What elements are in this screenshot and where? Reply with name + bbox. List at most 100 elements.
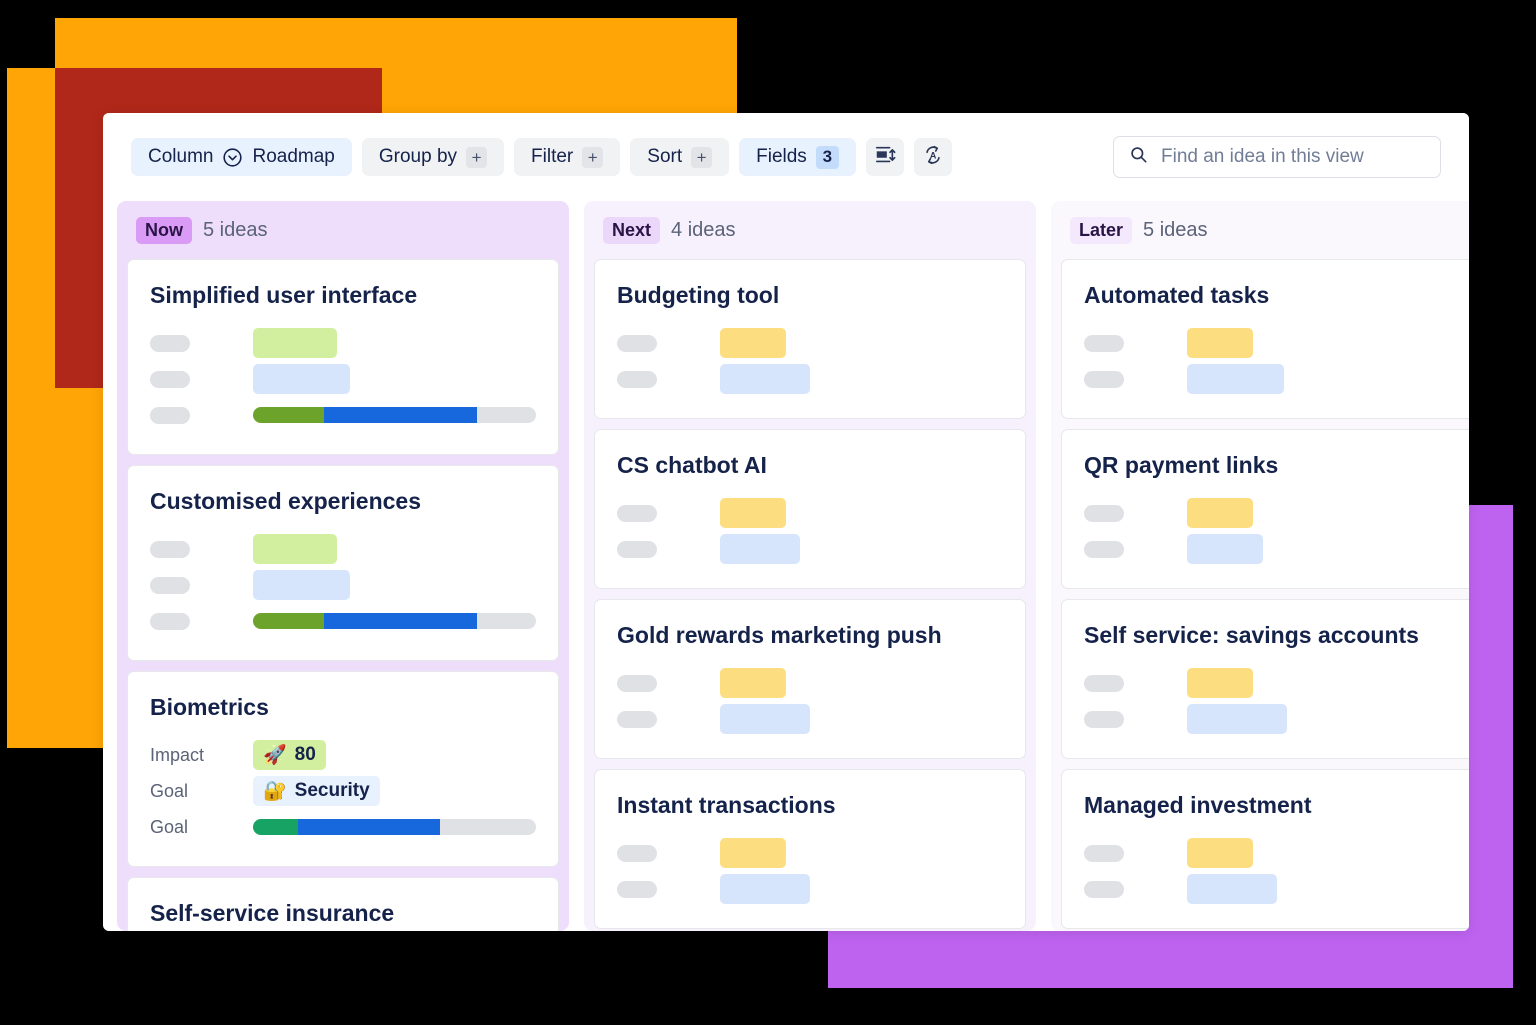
goal-progress-bar[interactable] xyxy=(253,407,536,423)
group-by-button[interactable]: Group by + xyxy=(361,138,505,176)
chevron-down-circle-icon xyxy=(222,147,243,168)
field-value-placeholder[interactable] xyxy=(720,364,810,394)
field-label-placeholder xyxy=(617,334,657,352)
app-window: Column Roadmap Group by + Filter + Sort … xyxy=(103,113,1469,931)
field-value-placeholder[interactable] xyxy=(1187,668,1253,698)
field-value-placeholder[interactable] xyxy=(1187,704,1287,734)
field-label-placeholder xyxy=(1084,844,1124,862)
field-value-placeholder[interactable] xyxy=(720,328,786,358)
field-value-placeholder[interactable] xyxy=(1187,874,1277,904)
field-value-placeholder[interactable] xyxy=(720,838,786,868)
column-idea-count: 4 ideas xyxy=(671,218,736,241)
idea-card[interactable]: Self-service insurance xyxy=(127,877,559,931)
filter-label: Filter xyxy=(531,146,574,167)
field-label-placeholder xyxy=(150,334,190,352)
field-value-placeholder[interactable] xyxy=(253,534,337,564)
auto-arrange-icon: A xyxy=(922,144,944,171)
idea-field-row xyxy=(150,604,536,638)
goal-progress-bar[interactable] xyxy=(253,613,536,629)
column-status-pill[interactable]: Next xyxy=(603,216,661,244)
field-value-placeholder[interactable] xyxy=(1187,534,1263,564)
idea-field-row xyxy=(617,532,1003,566)
column-value: Roadmap xyxy=(252,146,335,167)
idea-card[interactable]: CS chatbot AI xyxy=(594,429,1026,589)
field-value-tag-text: 80 xyxy=(294,744,316,765)
filter-button[interactable]: Filter + xyxy=(514,138,621,176)
idea-field-row xyxy=(617,702,1003,736)
field-value-tag[interactable]: 🔐 Security xyxy=(253,776,380,806)
group-by-label: Group by xyxy=(378,146,458,167)
column-header: Now 5 ideas xyxy=(127,201,559,259)
lock-icon: 🔐 xyxy=(263,781,287,802)
search-input[interactable] xyxy=(1161,146,1425,168)
field-value-placeholder[interactable] xyxy=(720,498,786,528)
idea-field-row xyxy=(1084,666,1469,700)
idea-field-row xyxy=(617,666,1003,700)
idea-card-title: QR payment links xyxy=(1084,452,1279,478)
progress-segment-green xyxy=(253,819,299,835)
field-value-placeholder[interactable] xyxy=(253,328,337,358)
idea-card[interactable]: QR payment links xyxy=(1061,429,1469,589)
progress-segment-green xyxy=(253,613,324,629)
toolbar: Column Roadmap Group by + Filter + Sort … xyxy=(103,113,1469,201)
field-value-placeholder[interactable] xyxy=(720,668,786,698)
plus-icon: + xyxy=(691,146,713,168)
svg-text:A: A xyxy=(930,150,937,160)
field-label-placeholder xyxy=(1084,710,1124,728)
idea-card[interactable]: Budgeting tool xyxy=(594,259,1026,419)
field-label-placeholder xyxy=(1084,674,1124,692)
field-value-tag[interactable]: 🚀 80 xyxy=(253,740,326,770)
field-value-placeholder[interactable] xyxy=(1187,328,1253,358)
idea-field-row xyxy=(1084,702,1469,736)
idea-card[interactable]: Gold rewards marketing push xyxy=(594,599,1026,759)
field-value-placeholder[interactable] xyxy=(253,364,350,394)
idea-card[interactable]: Instant transactions xyxy=(594,769,1026,929)
field-value-placeholder[interactable] xyxy=(720,874,810,904)
column-status-pill[interactable]: Now xyxy=(136,216,192,244)
idea-field-row xyxy=(617,496,1003,530)
board-column-later: Later 5 ideas Automated tasks QR payment li… xyxy=(1051,201,1469,931)
idea-field-row xyxy=(1084,532,1469,566)
idea-card[interactable]: Managed investment xyxy=(1061,769,1469,929)
progress-segment-blue xyxy=(298,819,440,835)
idea-card-title: Gold rewards marketing push xyxy=(617,622,942,648)
field-value-placeholder[interactable] xyxy=(253,570,350,600)
column-status-pill[interactable]: Later xyxy=(1070,216,1133,244)
field-label: Goal xyxy=(150,816,189,837)
idea-card[interactable]: Biometrics Impact 🚀 80 Goal 🔐 Security Goal xyxy=(127,671,559,867)
idea-card[interactable]: Automated tasks xyxy=(1061,259,1469,419)
idea-card-title: Budgeting tool xyxy=(617,282,780,308)
field-value-placeholder[interactable] xyxy=(1187,838,1253,868)
idea-card[interactable]: Self service: savings accounts xyxy=(1061,599,1469,759)
rocket-icon: 🚀 xyxy=(263,745,287,766)
idea-field-row xyxy=(617,326,1003,360)
plus-icon: + xyxy=(466,146,488,168)
column-selector[interactable]: Column Roadmap xyxy=(131,138,352,176)
auto-arrange-button[interactable]: A xyxy=(913,138,952,176)
sort-button[interactable]: Sort + xyxy=(630,138,730,176)
idea-card-title: Instant transactions xyxy=(617,792,836,818)
field-value-placeholder[interactable] xyxy=(720,534,800,564)
field-label-placeholder xyxy=(1084,504,1124,522)
field-value-placeholder[interactable] xyxy=(1187,498,1253,528)
field-label-placeholder xyxy=(617,674,657,692)
search-box[interactable] xyxy=(1113,136,1441,178)
column-header: Next 4 ideas xyxy=(594,201,1026,259)
goal-progress-bar[interactable] xyxy=(253,819,536,835)
idea-field-row xyxy=(1084,326,1469,360)
idea-field-row xyxy=(150,326,536,360)
idea-card[interactable]: Simplified user interface xyxy=(127,259,559,455)
column-header: Later 5 ideas xyxy=(1061,201,1469,259)
field-value-placeholder[interactable] xyxy=(720,704,810,734)
board: Now 5 ideas Simplified user interface Custo… xyxy=(103,201,1469,931)
fields-count-badge: 3 xyxy=(815,145,839,169)
field-label-placeholder xyxy=(150,612,190,630)
row-height-button[interactable] xyxy=(865,138,904,176)
fields-button[interactable]: Fields 3 xyxy=(739,138,856,176)
idea-card-title: Self service: savings accounts xyxy=(1084,622,1419,648)
idea-card[interactable]: Customised experiences xyxy=(127,465,559,661)
idea-field-row xyxy=(150,568,536,602)
idea-field-row xyxy=(617,872,1003,906)
fields-label: Fields xyxy=(756,146,807,167)
field-value-placeholder[interactable] xyxy=(1187,364,1284,394)
